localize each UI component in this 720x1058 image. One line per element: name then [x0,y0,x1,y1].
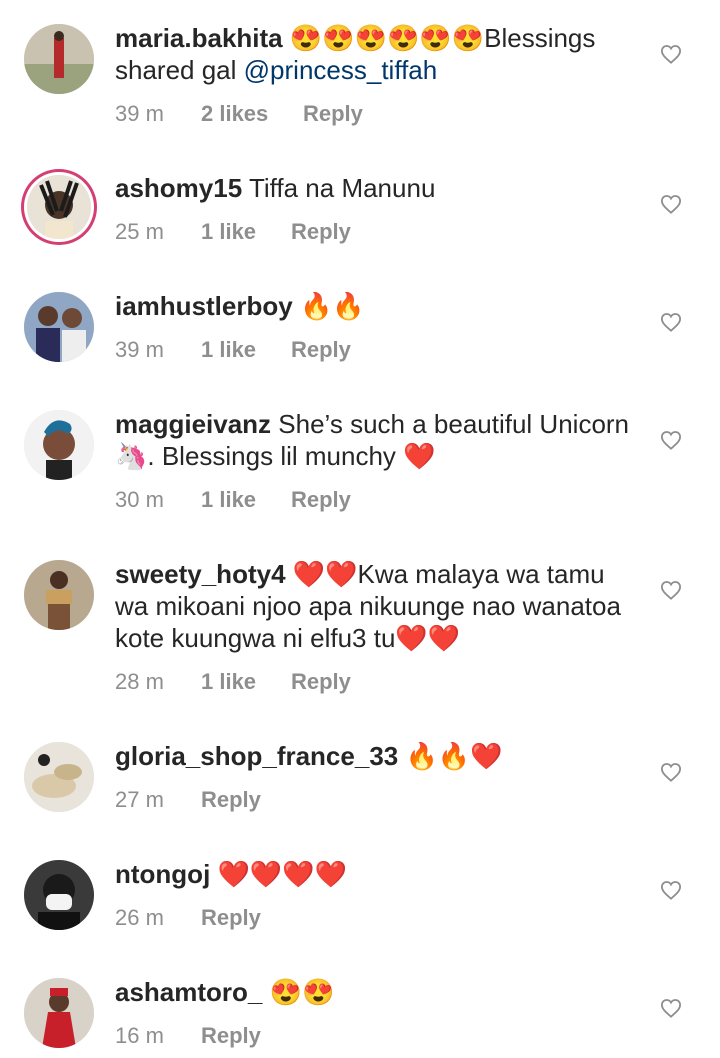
comment-time: 25 m [115,219,164,244]
comment-username[interactable]: ashomy15 [115,173,242,203]
comment-likes[interactable]: 2 likes [201,98,303,130]
comment-time: 39 m [115,101,164,126]
heart-outline-icon[interactable] [660,194,682,214]
comment-text: ntongoj ❤️❤️❤️❤️ [115,858,635,890]
comment-time: 30 m [115,487,164,512]
comment-meta: 27 m Reply [115,784,635,816]
comment-meta: 39 m 1 like Reply [115,334,635,366]
heart-outline-icon[interactable] [660,880,682,900]
comment-time: 28 m [115,669,164,694]
comment-mention[interactable]: @princess_tiffah [244,55,438,85]
comment-meta: 28 m 1 like Reply [115,666,635,698]
comment-likes[interactable]: 1 like [201,666,291,698]
comment-time: 26 m [115,905,164,930]
comment-meta: 26 m Reply [115,902,635,934]
reply-button[interactable]: Reply [291,334,351,366]
comment-likes[interactable]: 1 like [201,216,291,248]
comment-text: ashamtoro_ 😍😍 [115,976,635,1008]
comment-body: 🔥🔥 [292,291,365,321]
avatar[interactable] [24,560,94,630]
comment-time: 39 m [115,337,164,362]
avatar[interactable] [24,24,94,94]
comment-meta: 30 m 1 like Reply [115,484,635,516]
heart-outline-icon[interactable] [660,762,682,782]
comment-body: Tiffa na Manunu [242,173,436,203]
comment-time: 27 m [115,787,164,812]
heart-outline-icon[interactable] [660,580,682,600]
comment-username[interactable]: iamhustlerboy [115,291,293,321]
reply-button[interactable]: Reply [291,666,351,698]
comment-likes[interactable]: 1 like [201,484,291,516]
comment-likes[interactable]: 1 like [201,334,291,366]
avatar[interactable] [24,742,94,812]
comment-meta: 16 m Reply [115,1020,635,1052]
comment-username[interactable]: maggieivanz [115,409,271,439]
avatar[interactable] [24,978,94,1048]
heart-outline-icon[interactable] [660,312,682,332]
comment-text: gloria_shop_france_33 🔥🔥❤️ [115,740,635,772]
comment-meta: 25 m 1 like Reply [115,216,635,248]
avatar[interactable] [27,175,91,239]
comment-username[interactable]: ntongoj [115,859,210,889]
reply-button[interactable]: Reply [201,1020,261,1052]
heart-outline-icon[interactable] [660,430,682,450]
avatar[interactable] [24,860,94,930]
comment-text: iamhustlerboy 🔥🔥 [115,290,635,322]
comment-username[interactable]: maria.bakhita [115,23,283,53]
comment-username[interactable]: sweety_hoty4 [115,559,286,589]
comment-body: 🔥🔥❤️ [398,741,503,771]
reply-button[interactable]: Reply [291,484,351,516]
comment-body: 😍😍 [262,977,335,1007]
comment-text: ashomy15 Tiffa na Manunu [115,172,635,204]
heart-outline-icon[interactable] [660,998,682,1018]
comment-text: maria.bakhita 😍😍😍😍😍😍Blessings shared gal… [115,22,635,86]
avatar[interactable] [24,410,94,480]
comment-username[interactable]: gloria_shop_france_33 [115,741,398,771]
comment-time: 16 m [115,1023,164,1048]
reply-button[interactable]: Reply [291,216,351,248]
heart-outline-icon[interactable] [660,44,682,64]
comment-body: ❤️❤️❤️❤️ [210,859,348,889]
comment-text: maggieivanz She’s such a beautiful Unico… [115,408,635,472]
comment-username[interactable]: ashamtoro_ [115,977,262,1007]
comment-text: sweety_hoty4 ❤️❤️Kwa malaya wa tamu wa m… [115,558,635,654]
avatar[interactable] [24,292,94,362]
reply-button[interactable]: Reply [201,784,261,816]
comment-meta: 39 m 2 likes Reply [115,98,635,130]
reply-button[interactable]: Reply [303,98,363,130]
reply-button[interactable]: Reply [201,902,261,934]
